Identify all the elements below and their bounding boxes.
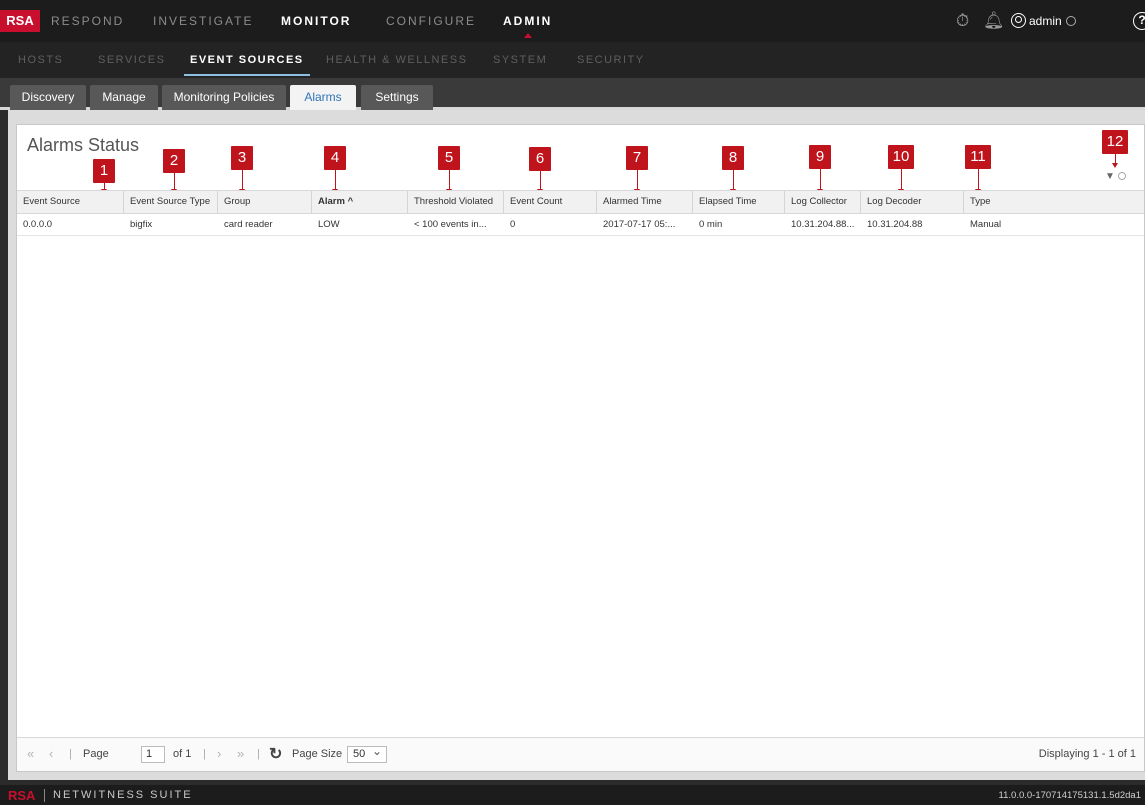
callout-pointer bbox=[239, 170, 245, 194]
column-log-collector[interactable]: Log Collector bbox=[785, 191, 861, 213]
subnav-event-sources[interactable]: EVENT SOURCES bbox=[184, 54, 310, 76]
page-count-label: of 1 bbox=[173, 748, 192, 760]
pager-separator: | bbox=[257, 748, 260, 760]
user-name: admin bbox=[1029, 14, 1062, 28]
column-event-source-type[interactable]: Event Source Type bbox=[124, 191, 218, 213]
tab-manage[interactable]: Manage bbox=[90, 85, 158, 110]
column-type[interactable]: Type bbox=[964, 191, 1144, 213]
refresh-icon[interactable]: ↻ bbox=[269, 744, 282, 764]
sub-navigation: HOSTS SERVICES EVENT SOURCES HEALTH & WE… bbox=[0, 42, 1145, 78]
nav-configure[interactable]: CONFIGURE bbox=[386, 14, 476, 28]
column-threshold-violated[interactable]: Threshold Violated bbox=[408, 191, 504, 213]
cell-log-decoder: 10.31.204.88 bbox=[867, 219, 923, 230]
callout-9: 9 bbox=[809, 145, 831, 169]
cell-threshold-violated: < 100 events in... bbox=[414, 219, 487, 230]
tab-bar: Discovery Manage Monitoring Policies Ala… bbox=[0, 78, 1145, 110]
user-menu[interactable]: admin bbox=[1011, 13, 1076, 28]
alarms-status-panel: Alarms Status 1 2 3 4 5 6 7 8 9 10 11 12… bbox=[16, 124, 1145, 772]
callout-pointer bbox=[634, 170, 640, 194]
panel-title: Alarms Status bbox=[27, 135, 140, 155]
cell-type: Manual bbox=[970, 219, 1002, 230]
table-row[interactable]: 0.0.0.0 bigfix card reader LOW < 100 eve… bbox=[17, 214, 1144, 236]
tab-settings[interactable]: Settings bbox=[361, 85, 433, 110]
subnav-hosts[interactable]: HOSTS bbox=[18, 54, 63, 66]
callout-5: 5 bbox=[438, 146, 460, 170]
column-group[interactable]: Group bbox=[218, 191, 312, 213]
pager-separator: | bbox=[203, 748, 206, 760]
nav-monitor[interactable]: MONITOR bbox=[281, 14, 351, 28]
callout-6: 6 bbox=[529, 147, 551, 171]
cell-elapsed-time: 0 min bbox=[699, 219, 723, 230]
column-event-source[interactable]: Event Source bbox=[17, 191, 124, 213]
callout-3: 3 bbox=[231, 146, 253, 170]
chevron-down-icon bbox=[1065, 16, 1076, 26]
column-elapsed-time[interactable]: Elapsed Time bbox=[693, 191, 785, 213]
column-event-count[interactable]: Event Count bbox=[504, 191, 597, 213]
callout-8: 8 bbox=[722, 146, 744, 170]
help-icon[interactable]: ? bbox=[1133, 12, 1145, 30]
content-panel: Alarms Status 1 2 3 4 5 6 7 8 9 10 11 12… bbox=[8, 110, 1145, 780]
footer: RSA NETWITNESS SUITE 11.0.0.0-1707141751… bbox=[0, 785, 1145, 805]
cell-event-source-type: bigfix bbox=[130, 219, 153, 230]
callout-7: 7 bbox=[626, 146, 648, 170]
column-filter-icon[interactable]: ▼ bbox=[1105, 171, 1126, 182]
footer-product-name: NETWITNESS SUITE bbox=[53, 789, 193, 801]
column-alarmed-time[interactable]: Alarmed Time bbox=[597, 191, 693, 213]
callout-pointer bbox=[1112, 154, 1118, 168]
callout-pointer bbox=[537, 171, 543, 194]
column-log-decoder[interactable]: Log Decoder bbox=[861, 191, 964, 213]
user-icon bbox=[1011, 13, 1026, 28]
callout-pointer bbox=[730, 170, 736, 194]
page-size-select[interactable]: 50 bbox=[347, 744, 387, 763]
page-number-input[interactable]: 1 bbox=[141, 746, 165, 763]
callout-pointer bbox=[446, 170, 452, 194]
tab-monitoring-policies[interactable]: Monitoring Policies bbox=[162, 85, 286, 110]
page-size-label: Page Size bbox=[292, 748, 343, 760]
subnav-services[interactable]: SERVICES bbox=[98, 54, 165, 66]
tab-alarms[interactable]: Alarms bbox=[290, 85, 356, 110]
callout-1: 1 bbox=[93, 159, 115, 183]
pagination-bar: « ‹ | Page 1 of 1 | › » | ↻ Page Size 50… bbox=[17, 737, 1144, 771]
cell-event-count: 0 bbox=[510, 219, 516, 230]
footer-version: 11.0.0.0-170714175131.1.5d2da1 bbox=[998, 790, 1141, 801]
previous-page-icon[interactable]: ‹ bbox=[49, 746, 53, 761]
callout-pointer bbox=[332, 170, 338, 194]
cell-alarm: LOW bbox=[318, 219, 340, 230]
callout-12: 12 bbox=[1102, 130, 1128, 154]
first-page-icon[interactable]: « bbox=[27, 746, 34, 761]
column-alarm[interactable]: Alarm ^ bbox=[312, 191, 408, 213]
callout-2: 2 bbox=[163, 149, 185, 173]
subnav-system[interactable]: SYSTEM bbox=[493, 54, 547, 66]
cell-log-collector: 10.31.204.88... bbox=[791, 219, 855, 230]
callout-4: 4 bbox=[324, 146, 346, 170]
tab-discovery[interactable]: Discovery bbox=[10, 85, 86, 110]
cell-event-source: 0.0.0.0 bbox=[23, 219, 53, 230]
page-label: Page bbox=[83, 748, 109, 760]
bell-icon[interactable]: 🔔︎ bbox=[983, 11, 1005, 31]
rsa-logo: RSA bbox=[0, 10, 40, 32]
cell-alarmed-time: 2017-07-17 05:... bbox=[603, 219, 676, 230]
callout-pointer bbox=[975, 169, 981, 194]
next-page-icon[interactable]: › bbox=[217, 746, 221, 761]
callout-10: 10 bbox=[888, 145, 914, 169]
nav-investigate[interactable]: INVESTIGATE bbox=[153, 14, 253, 28]
pager-separator: | bbox=[69, 748, 72, 760]
subnav-health-wellness[interactable]: HEALTH & WELLNESS bbox=[326, 54, 467, 66]
table-header: Event Source Event Source Type Group Ala… bbox=[17, 190, 1144, 214]
timer-icon[interactable]: ⏱ bbox=[956, 11, 969, 31]
footer-rsa-logo: RSA bbox=[8, 788, 36, 803]
subnav-security[interactable]: SECURITY bbox=[577, 54, 645, 66]
callout-pointer bbox=[817, 169, 823, 194]
cell-group: card reader bbox=[224, 219, 273, 230]
last-page-icon[interactable]: » bbox=[237, 746, 244, 761]
displaying-count: Displaying 1 - 1 of 1 bbox=[1038, 748, 1136, 760]
callout-11: 11 bbox=[965, 145, 991, 169]
callout-pointer bbox=[898, 169, 904, 194]
top-navigation: RSA RESPOND INVESTIGATE MONITOR CONFIGUR… bbox=[0, 0, 1145, 42]
footer-divider bbox=[44, 789, 45, 802]
nav-admin[interactable]: ADMIN bbox=[503, 14, 552, 38]
nav-respond[interactable]: RESPOND bbox=[51, 14, 124, 28]
